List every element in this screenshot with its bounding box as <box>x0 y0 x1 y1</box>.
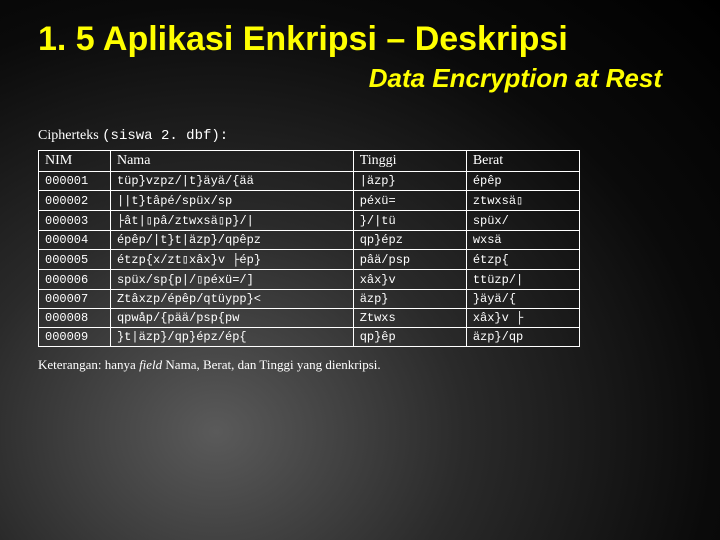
cell-nama: Ztâxzp/épêp/qtüypp}< <box>110 290 353 309</box>
table-row: 000006 spüx/sp{p|/▯péxü=/] xâx}v ttüzp/| <box>39 270 580 290</box>
cell-berat: spüx/ <box>466 211 579 231</box>
cell-tinggi: }/|tü <box>353 211 466 231</box>
cell-berat: }äyä/{ <box>466 290 579 309</box>
table-row: 000007 Ztâxzp/épêp/qtüypp}< äzp} }äyä/{ <box>39 290 580 309</box>
cell-berat: wxsä <box>466 231 579 250</box>
col-header-tinggi: Tinggi <box>353 151 466 172</box>
cell-berat: xâx}v ├ <box>466 309 579 328</box>
caption-filename: (siswa 2. dbf): <box>102 128 228 144</box>
cell-nim: 000005 <box>39 250 111 270</box>
cell-berat: ttüzp/| <box>466 270 579 290</box>
col-header-nim: NIM <box>39 151 111 172</box>
cell-tinggi: Ztwxs <box>353 309 466 328</box>
cell-nim: 000003 <box>39 211 111 231</box>
cell-tinggi: |äzp} <box>353 172 466 191</box>
cell-nim: 000006 <box>39 270 111 290</box>
table-header-row: NIM Nama Tinggi Berat <box>39 151 580 172</box>
col-header-nama: Nama <box>110 151 353 172</box>
cell-nama: ||t}tâpé/spüx/sp <box>110 191 353 211</box>
table-row: 000003 ├ât|▯pâ/ztwxsä▯p}/| }/|tü spüx/ <box>39 211 580 231</box>
cell-tinggi: qp}épz <box>353 231 466 250</box>
cell-tinggi: péxü= <box>353 191 466 211</box>
footnote-suffix: Nama, Berat, dan Tinggi yang dienkripsi. <box>162 357 380 372</box>
slide-title: 1. 5 Aplikasi Enkripsi – Deskripsi <box>38 20 682 59</box>
cell-berat: épêp <box>466 172 579 191</box>
ciphertext-table: NIM Nama Tinggi Berat 000001 tüp}vzpz/|t… <box>38 150 580 347</box>
cell-berat: étzp{ <box>466 250 579 270</box>
table-body: 000001 tüp}vzpz/|t}äyä/{ää |äzp} épêp 00… <box>39 172 580 347</box>
table-footnote: Keterangan: hanya field Nama, Berat, dan… <box>38 357 682 373</box>
caption-prefix: Cipherteks <box>38 128 99 143</box>
col-header-berat: Berat <box>466 151 579 172</box>
cell-nim: 000001 <box>39 172 111 191</box>
cell-nim: 000007 <box>39 290 111 309</box>
table-row: 000004 épêp/|t}t|äzp}/qpêpz qp}épz wxsä <box>39 231 580 250</box>
cell-nama: étzp{x/zt▯xâx}v ├ép} <box>110 250 353 270</box>
cell-tinggi: pâä/psp <box>353 250 466 270</box>
cell-nim: 000009 <box>39 328 111 347</box>
table-row: 000002 ||t}tâpé/spüx/sp péxü= ztwxsä▯ <box>39 191 580 211</box>
cell-tinggi: qp}êp <box>353 328 466 347</box>
cell-nama: }t|äzp}/qp}épz/ép{ <box>110 328 353 347</box>
cell-nama: tüp}vzpz/|t}äyä/{ää <box>110 172 353 191</box>
table-row: 000008 qpwåp/{pää/psp{pw Ztwxs xâx}v ├ <box>39 309 580 328</box>
cell-nim: 000004 <box>39 231 111 250</box>
cell-nama: épêp/|t}t|äzp}/qpêpz <box>110 231 353 250</box>
table-caption: Cipherteks (siswa 2. dbf): <box>38 128 682 144</box>
footnote-italic: field <box>139 357 162 372</box>
table-row: 000009 }t|äzp}/qp}épz/ép{ qp}êp äzp}/qp <box>39 328 580 347</box>
table-row: 000005 étzp{x/zt▯xâx}v ├ép} pâä/psp étzp… <box>39 250 580 270</box>
cell-nama: qpwåp/{pää/psp{pw <box>110 309 353 328</box>
cell-nama: ├ât|▯pâ/ztwxsä▯p}/| <box>110 211 353 231</box>
cell-tinggi: äzp} <box>353 290 466 309</box>
slide-subtitle: Data Encryption at Rest <box>38 63 662 94</box>
footnote-prefix: Keterangan: hanya <box>38 357 139 372</box>
cell-nim: 000008 <box>39 309 111 328</box>
cell-tinggi: xâx}v <box>353 270 466 290</box>
slide-content: 1. 5 Aplikasi Enkripsi – Deskripsi Data … <box>0 0 720 540</box>
cell-berat: ztwxsä▯ <box>466 191 579 211</box>
cell-nim: 000002 <box>39 191 111 211</box>
cell-nama: spüx/sp{p|/▯péxü=/] <box>110 270 353 290</box>
cell-berat: äzp}/qp <box>466 328 579 347</box>
table-row: 000001 tüp}vzpz/|t}äyä/{ää |äzp} épêp <box>39 172 580 191</box>
